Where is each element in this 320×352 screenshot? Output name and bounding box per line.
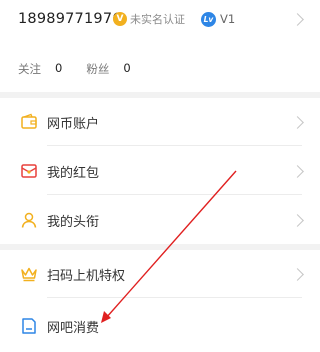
stat-following[interactable]: 关注 0 xyxy=(18,61,62,77)
menu-item-label: 扫码上机特权 xyxy=(47,269,126,284)
divider xyxy=(47,297,302,298)
stat-fans-label: 粉丝 xyxy=(86,62,110,76)
wallet-icon xyxy=(21,113,37,129)
vip-level-badge[interactable]: Lv V1 xyxy=(201,11,235,27)
stat-following-value: 0 xyxy=(55,61,63,75)
real-name-badge-label: 未实名认证 xyxy=(130,13,185,26)
stat-fans-value: 0 xyxy=(123,61,131,75)
real-name-badge[interactable]: V 未实名认证 xyxy=(113,11,185,27)
receipt-icon xyxy=(22,318,36,334)
chevron-right-icon xyxy=(291,116,304,129)
red-envelope-icon xyxy=(21,164,37,178)
stat-following-label: 关注 xyxy=(18,62,41,76)
menu-item-red-envelope[interactable]: 我的红包 xyxy=(0,147,320,195)
menu-item-scan-privilege[interactable]: 扫码上机特权 xyxy=(0,250,320,298)
vip-level-label: V1 xyxy=(220,12,236,26)
chevron-right-icon xyxy=(291,13,304,26)
divider xyxy=(47,194,302,195)
crown-icon xyxy=(21,267,37,282)
divider xyxy=(47,145,302,146)
chevron-right-icon xyxy=(291,165,304,178)
chevron-right-icon xyxy=(291,268,304,281)
profile-header[interactable]: 18989771976 V 未实名认证 Lv V1 关注 0 粉丝 0 xyxy=(0,0,320,92)
level-lv-icon: Lv xyxy=(201,11,216,27)
menu-item-label: 我的头衔 xyxy=(47,215,100,230)
menu-item-my-title[interactable]: 我的头衔 xyxy=(0,196,320,244)
menu-item-label: 网币账户 xyxy=(47,117,100,132)
profile-stats: 关注 0 粉丝 0 xyxy=(18,61,155,77)
menu-item-label: 我的红包 xyxy=(47,166,100,181)
user-title-icon xyxy=(21,212,37,228)
menu-item-cafe-consumption[interactable]: 网吧消费 xyxy=(0,302,320,350)
menu-item-label: 网吧消费 xyxy=(47,321,100,336)
verified-v-icon: V xyxy=(113,12,127,26)
stat-fans[interactable]: 粉丝 0 xyxy=(86,61,130,77)
chevron-right-icon xyxy=(291,214,304,227)
menu-item-coin-account[interactable]: 网币账户 xyxy=(0,98,320,146)
phone-number: 18989771976 xyxy=(18,11,122,27)
